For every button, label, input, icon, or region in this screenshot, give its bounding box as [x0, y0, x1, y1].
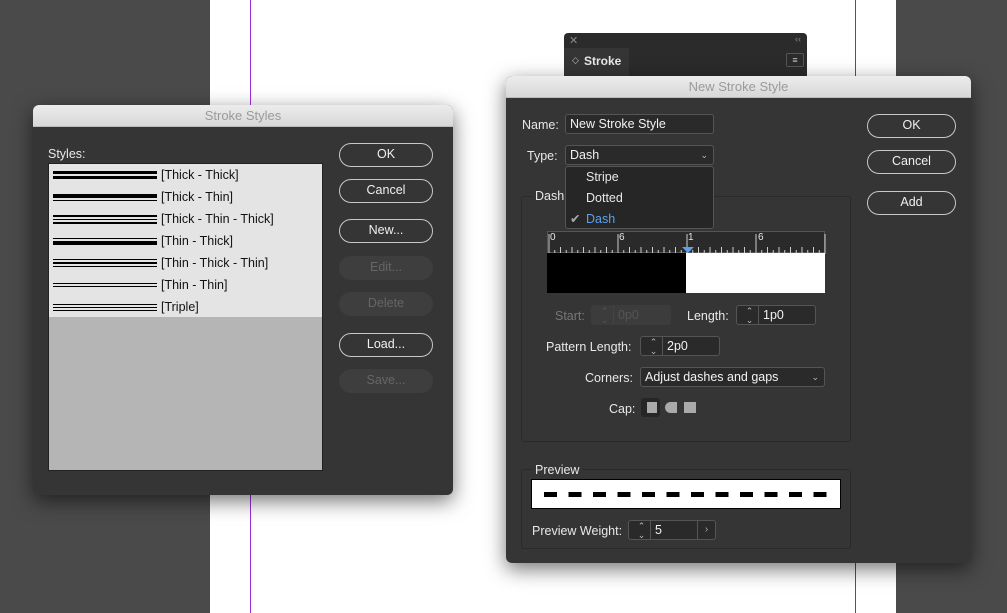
list-item[interactable]: [Thin - Thick - Thin]: [49, 252, 322, 274]
pattern-length-label: Pattern Length:: [546, 340, 632, 354]
projecting-cap-icon[interactable]: [684, 402, 696, 413]
styles-list[interactable]: [Thick - Thick] [Thick - Thin] [Thick - Th…: [48, 163, 323, 471]
stroke-styles-dialog: Stroke Styles Styles: [Thick - Thick] [Th…: [33, 105, 453, 495]
dialog-title: Stroke Styles: [33, 105, 453, 127]
list-item[interactable]: [Triple]: [49, 296, 322, 318]
type-label: Type:: [527, 149, 558, 163]
start-input: ⌃ ⌄ 0p0: [591, 305, 671, 325]
delete-button[interactable]: Delete: [339, 292, 433, 316]
stroke-sample-icon: [53, 193, 157, 202]
list-item-label: [Thick - Thin]: [161, 190, 234, 204]
dash-group-label: Dash: [532, 189, 568, 203]
corners-select[interactable]: Adjust dashes and gaps ⌄: [640, 367, 825, 387]
list-item[interactable]: [Thick - Thin - Thick]: [49, 208, 322, 230]
chevron-right-icon[interactable]: ›: [697, 521, 715, 539]
gap-segment: [686, 253, 825, 293]
stroke-sample-icon: [53, 214, 157, 225]
chevron-down-icon: ⌄: [811, 372, 819, 382]
length-label: Length:: [687, 309, 729, 323]
dash-segment: [547, 253, 686, 293]
corners-label: Corners:: [585, 371, 633, 385]
length-input[interactable]: ⌃ ⌄ 1p0: [736, 305, 816, 325]
stroke-sample-icon: [53, 258, 157, 268]
dialog-title: New Stroke Style: [506, 76, 971, 98]
type-dropdown-menu: Stripe Dotted ✔ Dash: [565, 166, 714, 229]
list-item[interactable]: [Thick - Thin]: [49, 186, 322, 208]
butt-cap-icon[interactable]: [641, 398, 660, 417]
styles-label: Styles:: [48, 147, 86, 161]
dash-ruler[interactable]: 0 6 1 6: [547, 231, 826, 254]
menu-item-dotted[interactable]: Dotted: [566, 188, 713, 209]
name-label: Name:: [522, 118, 559, 132]
cancel-button[interactable]: Cancel: [339, 179, 433, 203]
close-icon[interactable]: ✕: [569, 34, 578, 47]
new-stroke-style-dialog: New Stroke Style Name: New Stroke Style …: [506, 76, 971, 563]
ruler-label: 1: [688, 232, 694, 243]
round-cap-icon[interactable]: [665, 402, 677, 413]
preview-weight-input[interactable]: ⌃ ⌄ 5 ›: [628, 520, 716, 540]
menu-item-stripe[interactable]: Stripe: [566, 167, 713, 188]
stroke-sample-icon: [53, 303, 157, 312]
preview-weight-label: Preview Weight:: [532, 524, 623, 538]
stroke-sample-icon: [53, 237, 157, 246]
list-item-label: [Triple]: [161, 300, 199, 314]
ruler-label: 0: [550, 232, 556, 243]
add-button[interactable]: Add: [867, 191, 956, 215]
stroke-sample-icon: [53, 170, 157, 180]
ok-button[interactable]: OK: [339, 143, 433, 167]
list-item-label: [Thin - Thick - Thin]: [161, 256, 269, 270]
chevron-down-icon: ⌄: [700, 150, 708, 160]
list-item-label: [Thick - Thick]: [161, 168, 239, 182]
cancel-button[interactable]: Cancel: [867, 150, 956, 174]
checkmark-icon: ✔: [570, 212, 581, 226]
list-item[interactable]: [Thin - Thick]: [49, 230, 322, 252]
type-select[interactable]: Dash ⌄: [565, 145, 714, 165]
menu-item-dash[interactable]: ✔ Dash: [566, 209, 713, 230]
save-button[interactable]: Save...: [339, 369, 433, 393]
list-item-label: [Thin - Thick]: [161, 234, 234, 248]
new-button[interactable]: New...: [339, 219, 433, 243]
edit-button[interactable]: Edit...: [339, 256, 433, 280]
list-item[interactable]: [Thin - Thin]: [49, 274, 322, 296]
list-item-label: [Thick - Thin - Thick]: [161, 212, 274, 226]
double-chevron-left-icon[interactable]: ‹‹: [795, 34, 801, 44]
pattern-length-input[interactable]: ⌃ ⌄ 2p0: [640, 336, 720, 356]
tab-stroke[interactable]: ◇ Stroke: [564, 48, 629, 78]
ruler-label: 6: [758, 232, 764, 243]
preview-dash-line: [544, 492, 828, 497]
name-input[interactable]: New Stroke Style: [565, 114, 714, 134]
ok-button[interactable]: OK: [867, 114, 956, 138]
stroke-sample-icon: [53, 282, 157, 288]
preview-box: [531, 479, 841, 509]
preview-group-label: Preview: [532, 463, 583, 477]
list-item-label: [Thin - Thin]: [161, 278, 228, 292]
ruler-label: 6: [619, 232, 625, 243]
start-label: Start:: [555, 309, 585, 323]
load-button[interactable]: Load...: [339, 333, 433, 357]
list-item[interactable]: [Thick - Thick]: [49, 164, 322, 186]
cap-label: Cap:: [609, 402, 636, 416]
hamburger-menu-icon[interactable]: ≡: [786, 53, 804, 67]
